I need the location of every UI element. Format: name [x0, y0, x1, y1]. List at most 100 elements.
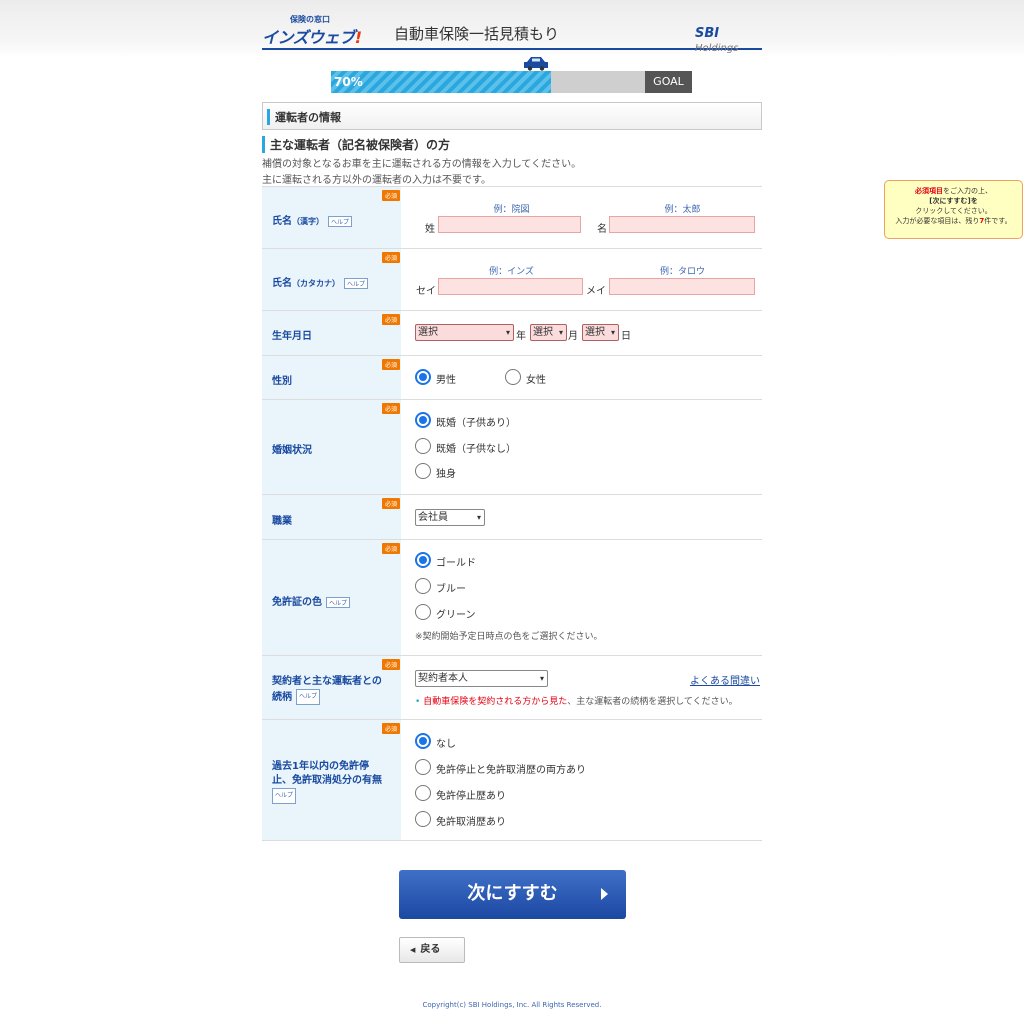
label-line-1: 過去1年以内の免許停	[272, 761, 369, 772]
field-label: 免許証の色 ヘルプ	[272, 593, 351, 608]
row-name-kana: 必須 氏名（カタカナ） ヘルプ 例：インズ 例：タロウ セイ メイ	[262, 248, 762, 311]
gender-female-label[interactable]: 女性	[526, 371, 546, 386]
chevron-down-icon: ▾	[558, 328, 563, 337]
suspension-radio[interactable]	[415, 733, 431, 749]
last-name-kanji-input[interactable]	[438, 216, 581, 233]
required-badge: 必須	[382, 252, 401, 263]
progress-bar: 70%	[331, 71, 645, 93]
chevron-down-icon: ▾	[476, 513, 481, 522]
sbi-brand: SBI	[695, 26, 720, 41]
required-badge: 必須	[382, 498, 401, 509]
field-label: 契約者と主な運転者との 続柄 ヘルプ	[272, 675, 382, 705]
logo-text: インズウェブ	[262, 28, 355, 47]
suspension-label[interactable]: 免許停止歴あり	[436, 787, 506, 802]
sbi-logo: SBI Holdings	[695, 26, 762, 54]
first-name-kana-input[interactable]	[609, 278, 755, 295]
chevron-left-icon: ◀	[410, 946, 416, 954]
marital-option-radio[interactable]	[415, 463, 431, 479]
relation-select[interactable]: 契約者本人 ▾	[415, 670, 548, 687]
help-button[interactable]: ヘルプ	[296, 689, 321, 705]
marital-option-label[interactable]: 独身	[436, 465, 456, 480]
next-button[interactable]: 次にすすむ	[399, 870, 626, 919]
first-name-kana-prefix: メイ	[586, 286, 606, 297]
table-bottom-border	[262, 840, 762, 841]
marital-option-label[interactable]: 既婚（子供あり）	[436, 414, 516, 429]
row-marital: 必須 婚姻状況 既婚（子供あり） 既婚（子供なし） 独身	[262, 399, 762, 495]
notice-line1: をご入力の上、	[943, 187, 992, 195]
field-label-cell: 必須 職業	[262, 495, 401, 540]
page-title: 自動車保険一括見積もり	[394, 25, 560, 43]
section-title: 運転者の情報	[267, 109, 341, 125]
field-label-cell: 必須 婚姻状況	[262, 400, 401, 495]
label-line-2: 続柄	[272, 692, 292, 703]
field-label-cell: 必須 氏名（カタカナ） ヘルプ	[262, 249, 401, 311]
row-suspension: 必須 過去1年以内の免許停 止、免許取消処分の有無 ヘルプ なし 免許停止と免許…	[262, 719, 762, 841]
suspension-radio[interactable]	[415, 811, 431, 827]
relation-value: 契約者本人	[418, 673, 468, 684]
suspension-label[interactable]: 免許停止と免許取消歴の両方あり	[436, 761, 586, 776]
field-label-cell: 必須 免許証の色 ヘルプ	[262, 540, 401, 656]
relation-note-text: 、主な運転者の続柄を選択してください。	[567, 697, 738, 707]
birth-year-select[interactable]: 選択 ▾	[415, 324, 514, 341]
label-line-1: 契約者と主な運転者との	[272, 676, 382, 687]
field-label-cell: 必須 性別	[262, 356, 401, 400]
license-color-label[interactable]: ブルー	[436, 580, 466, 595]
description-line-1: 補償の対象となるお車を主に運転される方の情報を入力してください。	[262, 159, 582, 170]
label-note: （カタカナ）	[292, 279, 340, 288]
birth-day-select[interactable]: 選択 ▾	[582, 324, 619, 341]
label-text: 免許証の色	[272, 597, 322, 608]
chevron-right-icon	[601, 888, 608, 900]
field-label: 性別	[272, 376, 292, 387]
marital-option-radio[interactable]	[415, 438, 431, 454]
birth-month-select[interactable]: 選択 ▾	[530, 324, 567, 341]
marital-option-label[interactable]: 既婚（子供なし）	[436, 440, 516, 455]
license-color-label[interactable]: ゴールド	[436, 554, 476, 569]
year-unit: 年	[516, 331, 526, 342]
progress-percent: 70%	[334, 75, 363, 89]
field-label-cell: 必須 過去1年以内の免許停 止、免許取消処分の有無 ヘルプ	[262, 720, 401, 841]
suspension-radio[interactable]	[415, 759, 431, 775]
help-button[interactable]: ヘルプ	[328, 215, 353, 227]
notice-required: 必須項目	[915, 187, 943, 195]
example-last-name: 例：院図	[493, 205, 530, 215]
bullet: •	[415, 697, 421, 707]
suspension-radio[interactable]	[415, 785, 431, 801]
insweb-logo[interactable]: インズウェブ!	[262, 24, 362, 48]
back-button[interactable]: ◀ 戻る	[399, 937, 465, 963]
gender-female-radio[interactable]	[505, 369, 521, 385]
occupation-value: 会社員	[418, 512, 448, 523]
license-color-radio[interactable]	[415, 604, 431, 620]
faq-link[interactable]: よくある間違い	[690, 672, 760, 687]
occupation-select[interactable]: 会社員 ▾	[415, 509, 485, 526]
last-name-kana-input[interactable]	[438, 278, 583, 295]
last-name-prefix: 姓	[425, 224, 435, 235]
notice-line4-post: 件です。	[984, 217, 1012, 225]
example-last-name-kana: 例：インズ	[489, 267, 534, 277]
copyright: Copyright(c) SBI Holdings, Inc. All Righ…	[422, 1001, 602, 1009]
relation-note-highlight: 自動車保険を契約される方から見た	[423, 697, 568, 707]
section-header: 運転者の情報	[262, 102, 762, 130]
help-button[interactable]: ヘルプ	[344, 277, 369, 289]
required-badge: 必須	[382, 723, 401, 734]
license-color-radio[interactable]	[415, 552, 431, 568]
license-color-label[interactable]: グリーン	[436, 606, 476, 621]
suspension-label[interactable]: 免許取消歴あり	[436, 813, 506, 828]
required-badge: 必須	[382, 543, 401, 554]
gender-male-radio[interactable]	[415, 369, 431, 385]
help-button[interactable]: ヘルプ	[326, 596, 351, 608]
field-label-cell: 必須 生年月日	[262, 311, 401, 356]
sbi-holdings: Holdings	[695, 43, 739, 54]
marital-option-radio[interactable]	[415, 412, 431, 428]
required-badge: 必須	[382, 659, 401, 670]
label-note: （漢字）	[292, 217, 324, 226]
row-relation: 必須 契約者と主な運転者との 続柄 ヘルプ 契約者本人 ▾ よくある間違い • 自動…	[262, 655, 762, 720]
birth-day-value: 選択	[585, 327, 605, 338]
help-button[interactable]: ヘルプ	[272, 788, 297, 804]
field-label: 過去1年以内の免許停 止、免許取消処分の有無 ヘルプ	[272, 760, 382, 804]
site-header: 保険の窓口 インズウェブ! 自動車保険一括見積もり SBI Holdings	[262, 12, 762, 54]
gender-male-label[interactable]: 男性	[436, 371, 456, 386]
suspension-label[interactable]: なし	[436, 735, 456, 750]
first-name-kanji-input[interactable]	[609, 216, 755, 233]
license-color-radio[interactable]	[415, 578, 431, 594]
field-label-cell: 必須 契約者と主な運転者との 続柄 ヘルプ	[262, 656, 401, 720]
